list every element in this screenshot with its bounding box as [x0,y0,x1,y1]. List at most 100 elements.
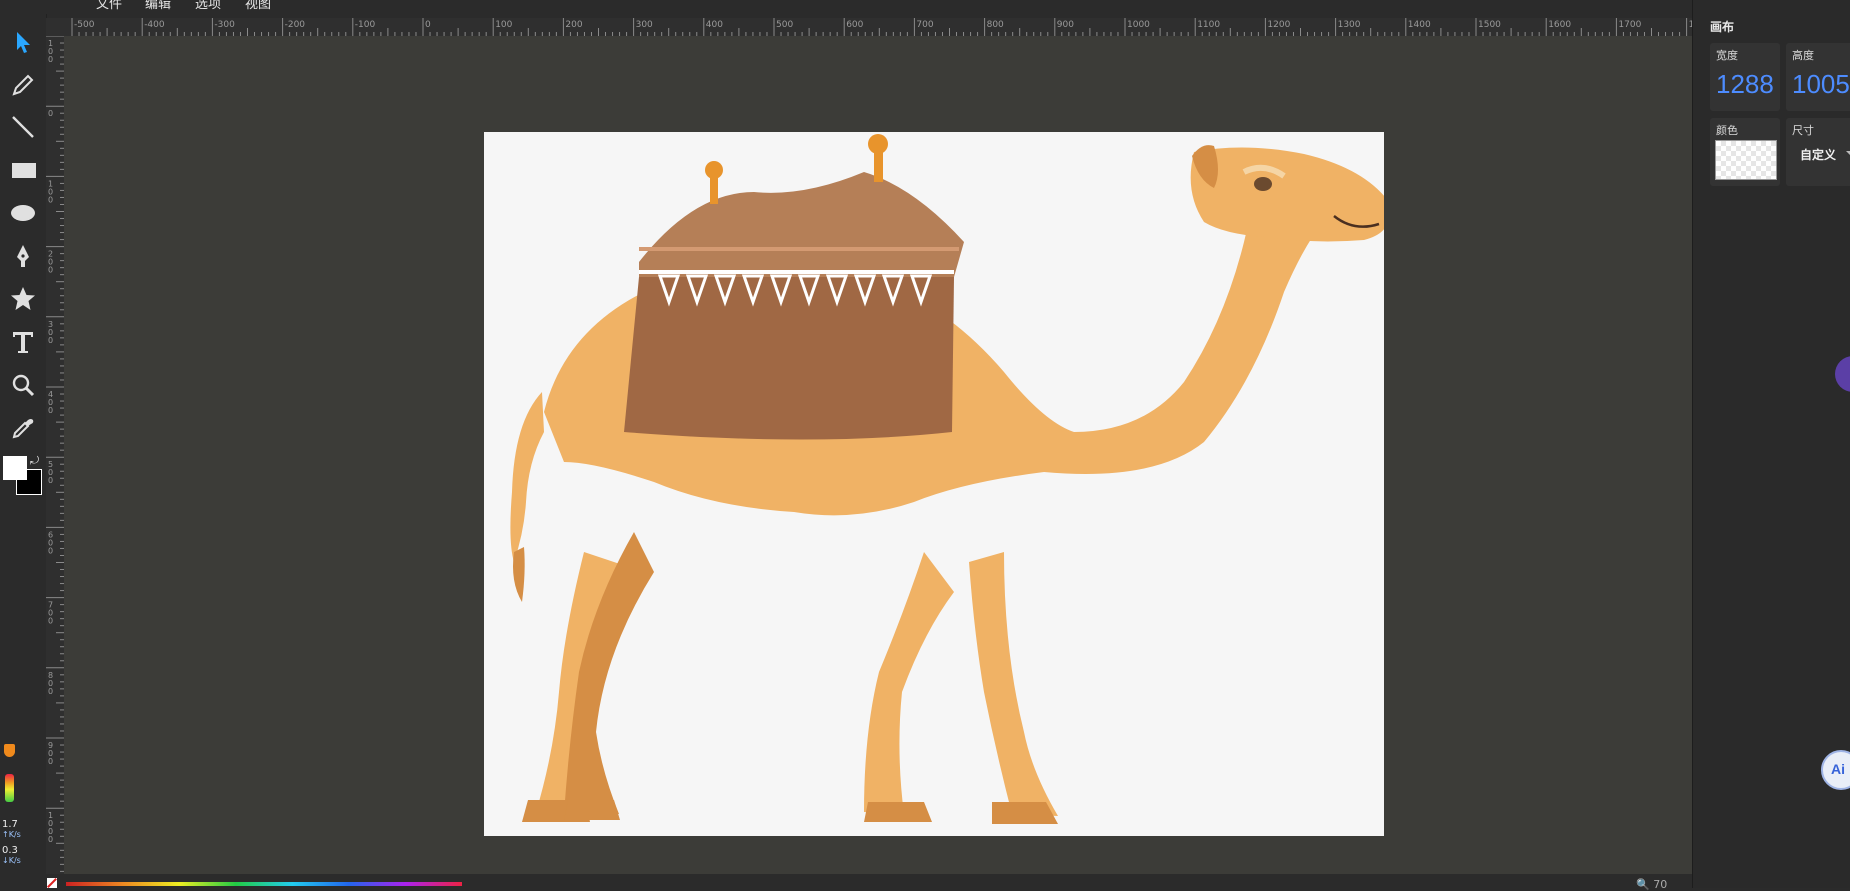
rectangle-tool[interactable] [7,154,39,186]
color-palette-strip[interactable] [66,882,462,886]
menu-view[interactable]: 视图 [245,0,271,13]
ruler-label: 1000 [1127,20,1150,30]
menu-options[interactable]: 选项 [195,0,221,13]
download-speed: 0.3 ↓K/s [2,845,21,866]
menu-file[interactable]: 文件 [96,0,122,13]
ruler-horizontal-ticks: -500 -400 -300 -200 -100 0 100 200 300 400 500 600 7… [71,18,1700,36]
canvas-color-field[interactable]: 颜色 [1710,118,1780,186]
ruler-label: 0 [48,195,53,204]
camel-hoof [564,800,620,820]
pencil-icon [12,74,34,96]
ruler-label: 1500 [1478,20,1501,30]
height-value[interactable]: 1005 [1792,69,1850,100]
saddle-tassel [874,150,883,182]
ruler-label: 1400 [1408,20,1431,30]
tool-bar: ⤾ 1.7 ↑K/s 0.3 ↓K/s [0,14,47,888]
ruler-label: 0 [48,687,53,696]
zoom-readout[interactable]: 🔍 70 [1636,878,1667,891]
shield-icon[interactable] [4,744,15,757]
pencil-tool[interactable] [7,69,39,101]
ruler-label: 1600 [1548,20,1571,30]
ruler-label: 700 [916,20,933,30]
ruler-label: -400 [144,20,165,30]
ruler-label: 0 [48,617,53,626]
ruler-label: 1700 [1618,20,1641,30]
panel-title: 画布 [1710,20,1735,34]
camel-hoof [864,802,932,822]
camel-tail [510,392,544,562]
ruler-label: 0 [48,546,53,555]
star-icon [11,287,35,310]
canvas-document[interactable] [484,132,1391,836]
ruler-label: -200 [285,20,306,30]
eyedropper-tool[interactable] [7,412,39,444]
height-field[interactable]: 高度 1005 [1786,43,1850,111]
height-label: 高度 [1792,49,1814,62]
star-tool[interactable] [7,283,39,315]
ruler-label: 1200 [1267,20,1290,30]
width-value[interactable]: 1288 [1716,69,1774,100]
ruler-label: 0 [48,109,53,118]
ruler-corner [46,18,64,36]
pen-tool[interactable] [7,240,39,272]
size-select[interactable]: 自定义 [1800,146,1836,163]
ruler-label: 400 [706,20,723,30]
width-label: 宽度 [1716,49,1738,62]
ellipse-icon [11,205,35,221]
ruler-label: -100 [355,20,376,30]
camel-front-leg-near [969,552,1058,816]
ruler-vertical: 100010020030040050060070080090010001100 [46,35,65,891]
size-label: 尺寸 [1792,124,1814,137]
saddle-tassel-knob [868,134,888,154]
canvas-color-swatch[interactable] [1715,140,1777,180]
ruler-label: 0 [48,406,53,415]
ai-button-label: Ai [1831,761,1845,777]
ruler-label: 900 [1057,20,1074,30]
ruler-label: 0 [48,835,53,844]
battery-icon [5,774,14,802]
saddle-top [639,172,964,277]
ruler-label: 300 [636,20,653,30]
camel-front-leg-far [864,552,954,814]
ruler-label: 200 [565,20,582,30]
select-tool[interactable] [7,26,39,58]
no-color-swatch[interactable] [47,878,57,888]
pen-icon [17,245,29,267]
camel-head [1190,147,1391,242]
ruler-label: -300 [214,20,235,30]
line-icon [12,116,34,138]
ruler-label: 500 [776,20,793,30]
ruler-label: 800 [987,20,1004,30]
swap-colors-icon[interactable]: ⤾ [30,454,39,468]
saddle-tassel-knob [705,161,723,179]
text-tool[interactable] [7,326,39,358]
zoom-tool[interactable] [7,369,39,401]
menu-bar: 文件 编辑 选项 视图 [0,0,1692,14]
fill-color-swatch[interactable] [3,456,27,480]
ruler-label: 0 [48,476,53,485]
ellipse-tool[interactable] [7,197,39,229]
chevron-down-icon[interactable] [1846,151,1850,156]
eyedropper-icon [12,419,34,439]
ruler-vertical-ticks: 100010020030040050060070080090010001100 [46,35,64,891]
rectangle-icon [12,163,36,178]
canvas-size-field[interactable]: 尺寸 自定义 [1786,118,1850,186]
color-label: 颜色 [1716,124,1738,137]
ruler-label: 1100 [1197,20,1220,30]
width-field[interactable]: 宽度 1288 [1710,43,1780,111]
select-arrow-icon [17,32,30,53]
ruler-label: 600 [846,20,863,30]
saddle-stripe [639,247,959,251]
workspace[interactable] [64,36,1692,874]
ruler-label: 0 [48,336,53,345]
camel-tail-tip [513,547,525,602]
line-tool[interactable] [7,111,39,143]
ruler-label: 100 [495,20,512,30]
ruler-label: -500 [74,20,95,30]
ruler-label: 0 [425,20,431,30]
ruler-label: 0 [48,55,53,64]
menu-edit[interactable]: 编辑 [145,0,171,13]
saddle-blanket [624,277,954,440]
camel-illustration[interactable] [484,132,1391,836]
ruler-horizontal: -500 -400 -300 -200 -100 0 100 200 300 400 500 600 7… [64,18,1700,37]
